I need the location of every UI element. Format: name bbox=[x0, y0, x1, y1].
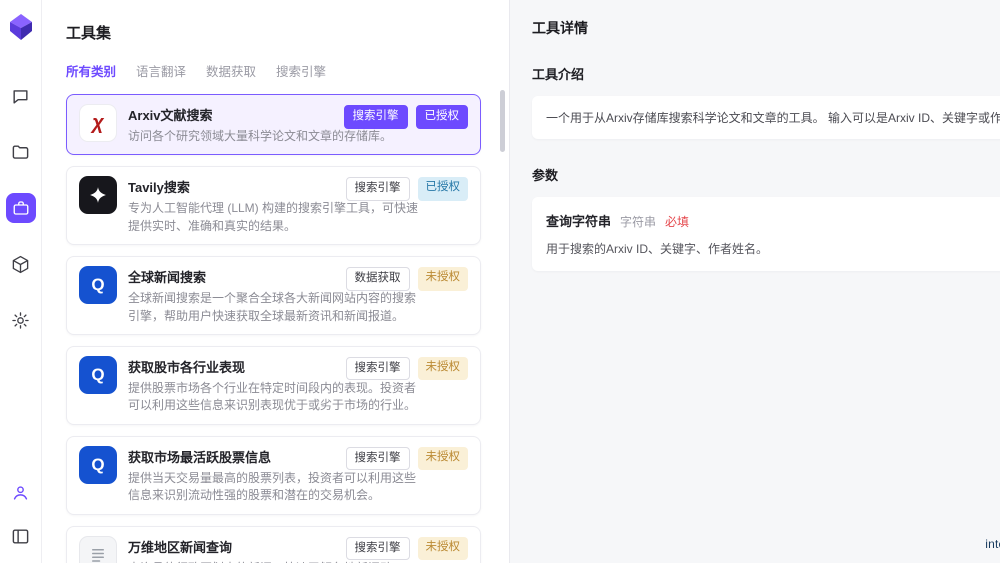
category-tabs: 所有类别 语言翻译 数据获取 搜索引擎 bbox=[66, 61, 485, 80]
tool-auth-badge: 未授权 bbox=[418, 537, 469, 561]
panel-layout-icon[interactable] bbox=[6, 521, 36, 551]
tool-description: 提供当天交易量最高的股票列表，投资者可以利用这些信息来识别流动性强的股票和潜在的… bbox=[128, 470, 420, 505]
tool-badges: 搜索引擎 已授权 bbox=[346, 177, 469, 201]
param-header: 查询字符串 字符串 必填 bbox=[546, 211, 1000, 230]
user-icon[interactable] bbox=[6, 477, 36, 507]
tool-card[interactable]: 万维地区新闻查询 查询具体行政区划内的新闻，快速了解各地新闻动 搜索引擎 未授权 bbox=[66, 526, 481, 563]
param-required-badge: 必填 bbox=[665, 213, 689, 230]
tool-icon: χ bbox=[79, 104, 117, 142]
tool-card[interactable]: Q 全球新闻搜索 全球新闻搜索是一个聚合全球各大新闻网站内容的搜索引擎，帮助用户… bbox=[66, 256, 481, 335]
tool-icon bbox=[79, 536, 117, 563]
tool-card[interactable]: Q 获取股市各行业表现 提供股票市场各个行业在特定时间段内的表现。投资者可以利用… bbox=[66, 346, 481, 425]
app-window: 工具集 所有类别 语言翻译 数据获取 搜索引擎 χ Arxiv文献搜索 访问各个… bbox=[0, 0, 1000, 563]
tab-all-categories[interactable]: 所有类别 bbox=[66, 61, 116, 80]
intel-core-badge: intel CORE bbox=[985, 537, 1000, 551]
tab-search-engine[interactable]: 搜索引擎 bbox=[276, 61, 326, 80]
tool-card[interactable]: Q 获取市场最活跃股票信息 提供当天交易量最高的股票列表，投资者可以利用这些信息… bbox=[66, 436, 481, 515]
sidebar-rail bbox=[0, 0, 42, 563]
tool-category-badge: 搜索引擎 bbox=[346, 447, 410, 471]
tool-auth-badge: 已授权 bbox=[418, 177, 469, 201]
chat-icon[interactable] bbox=[6, 81, 36, 111]
tool-category-badge: 搜索引擎 bbox=[346, 537, 410, 561]
tool-description: 全球新闻搜索是一个聚合全球各大新闻网站内容的搜索引擎，帮助用户快速获取全球最新资… bbox=[128, 290, 420, 325]
detail-title: 工具详情 bbox=[532, 18, 1000, 38]
tool-description: 查询具体行政区划内的新闻，快速了解各地新闻动 bbox=[128, 560, 420, 563]
sidebar-bottom bbox=[6, 477, 36, 551]
page-title: 工具集 bbox=[66, 22, 509, 43]
tool-badges: 搜索引擎 未授权 bbox=[346, 357, 469, 381]
intel-logo-text: intel bbox=[985, 537, 1000, 551]
tool-detail-panel: 工具详情 工具介绍 一个用于从Arxiv存储库搜索科学论文和文章的工具。 输入可… bbox=[510, 0, 1000, 563]
intro-card: 一个用于从Arxiv存储库搜索科学论文和文章的工具。 输入可以是Arxiv ID… bbox=[532, 96, 1000, 139]
params-heading: 参数 bbox=[532, 165, 1000, 184]
tool-auth-badge: 未授权 bbox=[418, 447, 469, 471]
gear-icon[interactable] bbox=[6, 305, 36, 335]
tool-icon: Q bbox=[79, 446, 117, 484]
briefcase-icon[interactable] bbox=[6, 193, 36, 223]
tool-icon: Q bbox=[79, 266, 117, 304]
tool-badges: 搜索引擎 未授权 bbox=[346, 447, 469, 471]
param-type: 字符串 bbox=[620, 213, 656, 230]
param-description: 用于搜索的Arxiv ID、关键字、作者姓名。 bbox=[546, 240, 1000, 257]
tool-badges: 搜索引擎 已授权 bbox=[344, 105, 469, 129]
tool-auth-badge: 未授权 bbox=[418, 267, 469, 291]
sidebar-nav bbox=[6, 81, 36, 335]
tool-icon: Q bbox=[79, 356, 117, 394]
tool-icon bbox=[79, 176, 117, 214]
tool-description: 提供股票市场各个行业在特定时间段内的表现。投资者可以利用这些信息来识别表现优于或… bbox=[128, 380, 420, 415]
tool-list-panel: 工具集 所有类别 语言翻译 数据获取 搜索引擎 χ Arxiv文献搜索 访问各个… bbox=[42, 0, 510, 563]
tool-list: χ Arxiv文献搜索 访问各个研究领域大量科学论文和文章的存储库。 搜索引擎 … bbox=[42, 92, 509, 563]
tool-auth-badge: 未授权 bbox=[418, 357, 469, 381]
folder-icon[interactable] bbox=[6, 137, 36, 167]
tab-data-fetch[interactable]: 数据获取 bbox=[206, 61, 256, 80]
tool-card[interactable]: Tavily搜索 专为人工智能代理 (LLM) 构建的搜索引擎工具，可快速提供实… bbox=[66, 166, 481, 245]
tool-badges: 数据获取 未授权 bbox=[346, 267, 469, 291]
tool-card[interactable]: χ Arxiv文献搜索 访问各个研究领域大量科学论文和文章的存储库。 搜索引擎 … bbox=[66, 94, 481, 155]
cube-icon[interactable] bbox=[6, 249, 36, 279]
tool-auth-badge: 已授权 bbox=[416, 105, 469, 129]
param-card: 查询字符串 字符串 必填 用于搜索的Arxiv ID、关键字、作者姓名。 bbox=[532, 197, 1000, 271]
tool-category-badge: 搜索引擎 bbox=[346, 177, 410, 201]
app-logo-icon[interactable] bbox=[10, 14, 32, 45]
scrollbar-thumb[interactable] bbox=[500, 90, 505, 152]
tool-category-badge: 数据获取 bbox=[346, 267, 410, 291]
tab-language-translation[interactable]: 语言翻译 bbox=[136, 61, 186, 80]
param-name: 查询字符串 bbox=[546, 211, 611, 230]
tool-description: 专为人工智能代理 (LLM) 构建的搜索引擎工具，可快速提供实时、准确和真实的结… bbox=[128, 200, 420, 235]
tool-description: 访问各个研究领域大量科学论文和文章的存储库。 bbox=[128, 128, 420, 145]
intro-heading: 工具介绍 bbox=[532, 64, 1000, 83]
tool-category-badge: 搜索引擎 bbox=[346, 357, 410, 381]
tool-category-badge: 搜索引擎 bbox=[344, 105, 408, 129]
tool-badges: 搜索引擎 未授权 bbox=[346, 537, 469, 561]
